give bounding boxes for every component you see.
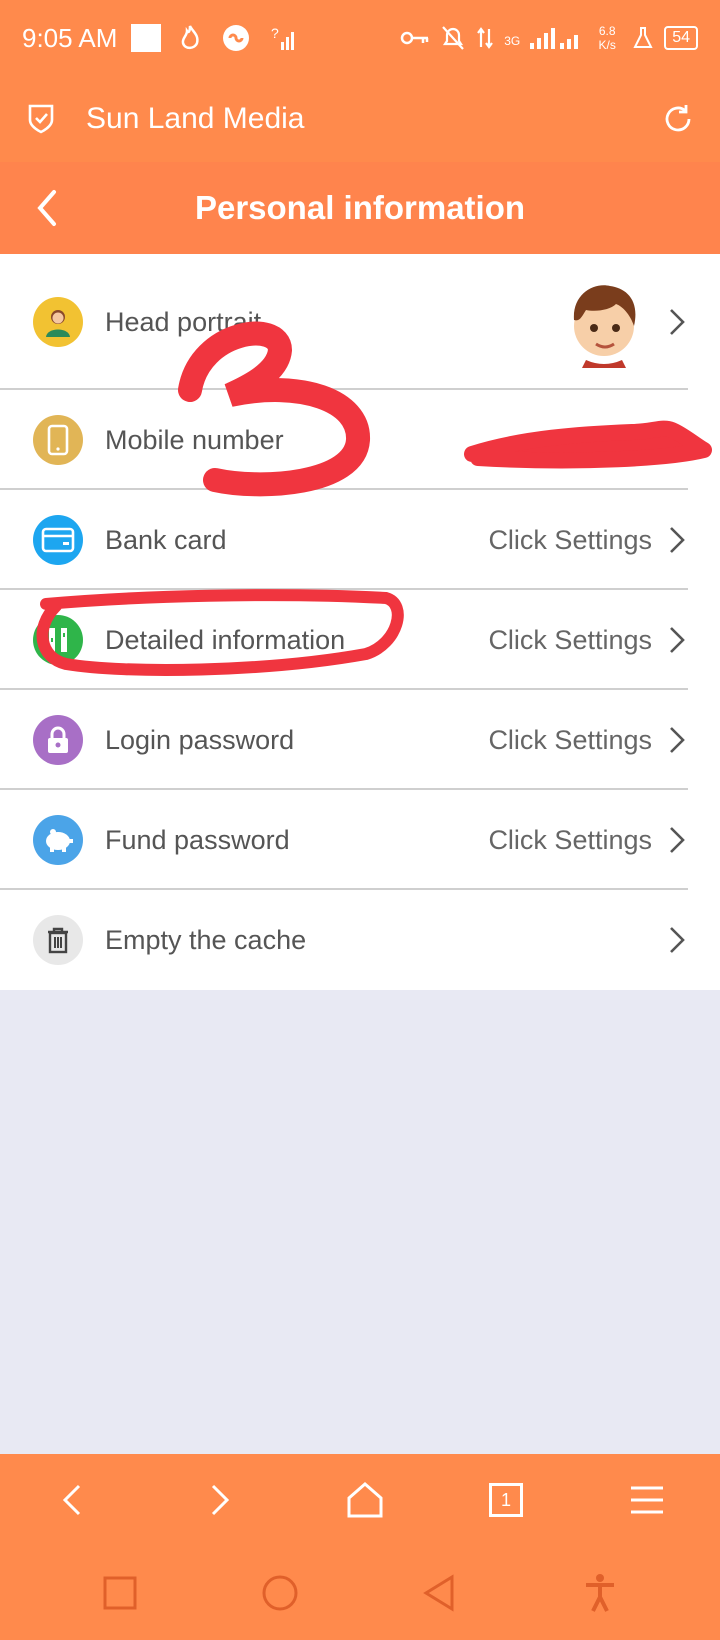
row-value: Click Settings [488, 624, 652, 655]
row-login-password[interactable]: Login password Click Settings [0, 690, 720, 790]
lock-icon [33, 715, 83, 765]
menu-icon[interactable] [625, 1478, 669, 1522]
battery-indicator: 54 [664, 26, 698, 50]
signal-unknown-icon: ? [271, 25, 295, 50]
row-label: Bank card [105, 524, 227, 555]
status-time: 9:05 AM [22, 22, 118, 53]
flask-icon [633, 27, 653, 48]
chevron-right-icon [670, 827, 685, 853]
shield-check-icon [28, 104, 54, 134]
system-home-icon[interactable] [258, 1571, 302, 1615]
row-mobile-number[interactable]: Mobile number [0, 390, 720, 490]
status-bar: 9:05 AM ? 3G 6.8 K/s 54 [0, 0, 720, 76]
home-icon[interactable] [343, 1478, 387, 1522]
row-label: Head portrait [105, 306, 262, 337]
bell-muted-icon [442, 26, 465, 50]
tabs-button[interactable]: 1 [489, 1483, 523, 1517]
data-transfer-icon [477, 27, 494, 49]
row-label: Fund password [105, 824, 290, 855]
chevron-right-icon [670, 627, 685, 653]
recents-icon[interactable] [98, 1571, 142, 1615]
reload-icon[interactable] [662, 103, 694, 135]
browser-forward-icon[interactable] [197, 1478, 241, 1522]
piggy-bank-icon [33, 815, 83, 865]
row-label: Login password [105, 724, 295, 755]
system-nav-bar [0, 1546, 720, 1640]
network-type: 3G [504, 34, 521, 48]
back-button[interactable] [28, 186, 68, 230]
details-icon [33, 615, 83, 665]
page-title: Personal information [194, 189, 526, 226]
row-bank-card[interactable]: Bank card Click Settings [0, 490, 720, 590]
tab-count: 1 [500, 1489, 511, 1510]
chevron-right-icon [670, 927, 685, 953]
row-label: Mobile number [105, 424, 284, 455]
row-detailed-information[interactable]: Detailed information Click Settings [0, 590, 720, 690]
accessibility-icon[interactable] [578, 1571, 622, 1615]
card-icon [33, 515, 83, 565]
chevron-right-icon [670, 727, 685, 753]
row-value: Click Settings [488, 524, 652, 555]
link-icon [223, 25, 250, 51]
row-value: Click Settings [488, 724, 652, 755]
flame-icon [182, 25, 200, 50]
row-value: Click Settings [488, 824, 652, 855]
svg-text:?: ? [271, 25, 279, 41]
settings-list: Head portrait Mobile number Bank card Cl… [0, 254, 720, 990]
chevron-right-icon [670, 527, 685, 553]
key-icon [400, 31, 429, 45]
chevron-right-icon [670, 309, 685, 335]
signal-strength-icon [530, 28, 579, 49]
page-header: Personal information [0, 162, 720, 254]
browser-nav-bar: 1 [0, 1454, 720, 1546]
row-label: Empty the cache [105, 924, 307, 955]
browser-back-icon[interactable] [51, 1478, 95, 1522]
row-label: Detailed information [105, 624, 346, 655]
avatar[interactable] [560, 276, 648, 368]
browser-bar: Sun Land Media [0, 76, 720, 162]
phone-icon [33, 415, 83, 465]
row-fund-password[interactable]: Fund password Click Settings [0, 790, 720, 890]
row-head-portrait[interactable]: Head portrait [0, 254, 720, 390]
net-speed: 6.8 K/s [598, 24, 616, 52]
notification-square-icon [131, 24, 162, 52]
row-empty-cache[interactable]: Empty the cache [0, 890, 720, 990]
trash-icon [33, 915, 83, 965]
system-back-icon[interactable] [418, 1571, 462, 1615]
browser-title: Sun Land Media [86, 102, 305, 135]
person-icon [33, 297, 83, 347]
